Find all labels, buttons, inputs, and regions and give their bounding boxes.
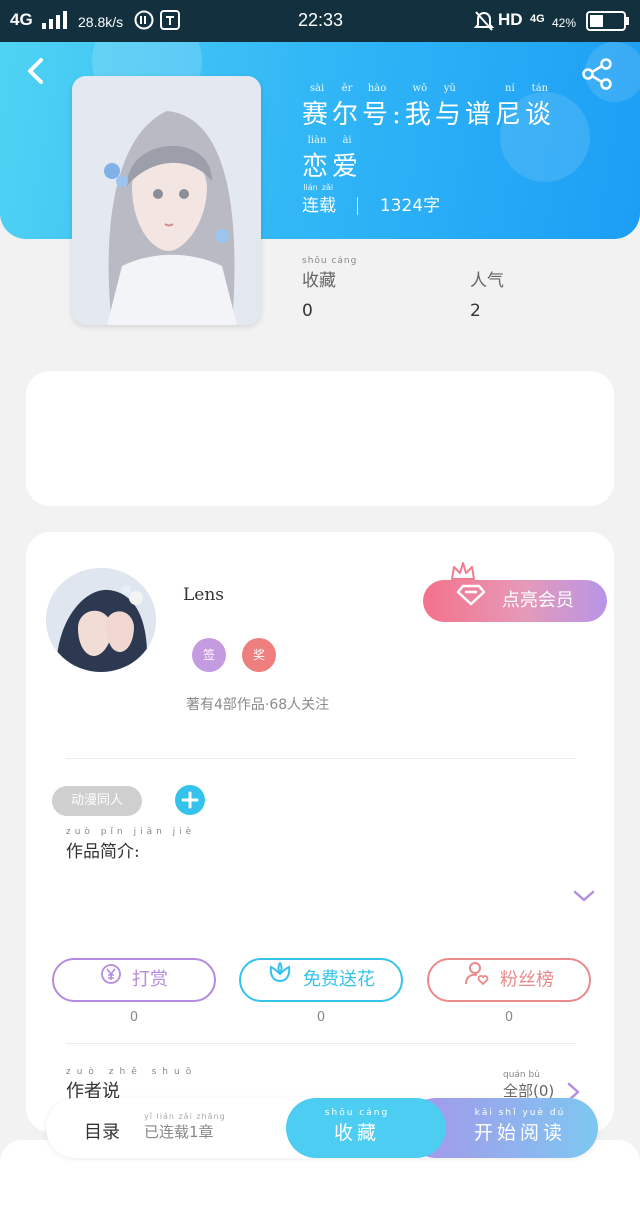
diamond-icon xyxy=(456,580,486,622)
action-button-2[interactable]: 免费送花 xyxy=(239,958,403,1002)
serial-status: lián 连 zǎi 载 1324字 xyxy=(302,184,440,220)
chapters-text: 已连载1章 xyxy=(144,1123,214,1141)
status-bar: 4G 28.8k/s 22:33 HD 4G 42% xyxy=(0,0,640,42)
hd-label: HD xyxy=(498,10,523,29)
signed-badge: 签 xyxy=(192,638,226,672)
flower-icon xyxy=(267,960,293,1000)
word-count: 1324字 xyxy=(379,196,441,216)
vip-button[interactable]: 点亮会员 xyxy=(423,580,607,622)
favorite-pinyin: shōu cáng xyxy=(324,1108,390,1118)
favorite-button[interactable]: shōu cáng 收藏 xyxy=(286,1098,446,1158)
genre-tag[interactable]: 动漫同人 xyxy=(52,786,142,816)
author-says-all[interactable]: quán bù 全部(0) xyxy=(503,1070,581,1102)
chapters-pinyin: yǐ lián zǎi zhāng xyxy=(144,1112,226,1121)
clock: 22:33 xyxy=(298,10,344,30)
action-label: 免费送花 xyxy=(303,969,375,990)
network-label: 4G xyxy=(10,10,33,29)
author-says-pinyin: zuò zhě shuō xyxy=(66,1067,198,1077)
net-speed: 28.8k/s xyxy=(78,14,124,30)
title-line-2: liàn 恋 ài 爱 xyxy=(302,136,602,188)
chevron-down-icon xyxy=(573,890,595,902)
signal-type: 4G xyxy=(530,13,545,25)
read-pinyin: kāi shǐ yuè dú xyxy=(474,1108,566,1118)
blank-card xyxy=(26,371,614,506)
all-pinyin: quán bù xyxy=(503,1070,540,1080)
intro-label: zuò pǐn jiǎn jiè 作品简介: xyxy=(66,827,195,862)
yen-icon xyxy=(100,960,122,1000)
status-char: lián 连 xyxy=(302,183,319,217)
popularity-value: 2 xyxy=(470,301,481,321)
catalog-button[interactable]: 目录 xyxy=(84,1118,120,1144)
title-char: hào 号 xyxy=(362,83,393,131)
vip-label: 点亮会员 xyxy=(501,590,574,611)
title-char: tán 谈 xyxy=(524,83,555,131)
author-avatar[interactable] xyxy=(46,568,156,672)
author-name[interactable]: Lens xyxy=(183,585,224,605)
read-label: 开始阅读 xyxy=(473,1122,566,1144)
title-char: sài 赛 xyxy=(302,83,333,131)
battery-percent: 42% xyxy=(552,16,577,30)
signal-icon xyxy=(42,11,70,35)
expand-intro-button[interactable] xyxy=(572,887,596,909)
action-count: 0 xyxy=(129,1010,139,1025)
book-title: sài 赛 ěr 尔 hào 号 : wǒ 我 yǔ 与 谱 ní 尼 tán 谈 liàn 恋 ài 爱 xyxy=(302,84,602,188)
screenshot-icon xyxy=(160,10,180,36)
back-button[interactable] xyxy=(22,56,50,90)
action-count: 0 xyxy=(504,1010,514,1025)
title-char: ěr 尔 xyxy=(332,83,363,131)
title-char: wǒ 我 xyxy=(404,83,435,131)
title-char: ní 尼 xyxy=(494,83,525,131)
title-line-1: sài 赛 ěr 尔 hào 号 : wǒ 我 yǔ 与 谱 ní 尼 tán 谈 xyxy=(302,84,602,136)
title-char: 谱 xyxy=(464,100,495,130)
favorites-pinyin: shōu cáng xyxy=(302,256,358,266)
user-heart-icon xyxy=(464,960,490,1001)
title-char: : xyxy=(392,100,405,130)
popularity-stat: 人气 2 xyxy=(470,266,504,321)
action-button-3[interactable]: 粉丝榜 xyxy=(427,958,591,1002)
award-badge: 奖 xyxy=(242,638,276,672)
action-count: 0 xyxy=(316,1010,326,1025)
title-char: liàn 恋 xyxy=(302,135,333,183)
action-label: 粉丝榜 xyxy=(500,969,554,991)
intro-pinyin: zuò pǐn jiǎn jiè xyxy=(66,827,196,837)
title-char: ài 爱 xyxy=(332,135,363,183)
action-label: 打赏 xyxy=(132,969,168,990)
add-tag-button[interactable] xyxy=(175,785,205,815)
favorites-label: 收藏 xyxy=(302,271,336,291)
battery-icon xyxy=(586,11,630,37)
action-button-1[interactable]: 打赏 xyxy=(52,958,216,1002)
mute-icon xyxy=(473,10,495,38)
popularity-label: 人气 xyxy=(470,271,504,291)
chevron-left-icon xyxy=(28,58,43,84)
title-char: yǔ 与 xyxy=(434,83,465,131)
serial-status-label: lián 连 zǎi 载 xyxy=(302,184,336,217)
plus-icon xyxy=(181,791,199,809)
alarm-icon xyxy=(134,10,154,36)
favorites-value: 0 xyxy=(302,301,313,321)
chapters-info[interactable]: yǐ lián zǎi zhāng 已连载1章 xyxy=(144,1112,226,1142)
status-char: zǎi 载 xyxy=(319,183,336,217)
intro-label-text: 作品简介: xyxy=(66,842,140,862)
author-summary: 著有4部作品·68人关注 xyxy=(186,697,330,713)
book-cover xyxy=(72,76,261,325)
favorite-label: 收藏 xyxy=(333,1122,380,1144)
favorites-stat: shōu cáng 收藏 0 xyxy=(302,256,357,321)
